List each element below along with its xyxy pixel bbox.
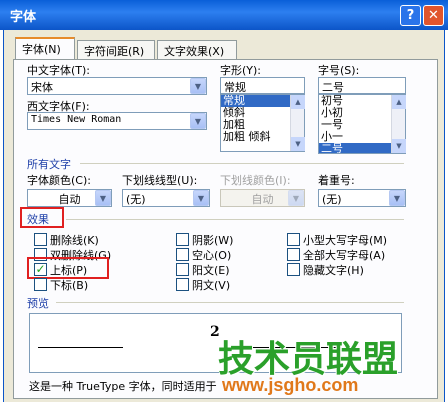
chevron-up-icon[interactable]: ▲ xyxy=(291,95,305,109)
divider xyxy=(80,163,404,164)
underline-style-value: (无) xyxy=(126,193,146,206)
chevron-down-icon: ▼ xyxy=(288,190,304,206)
chevron-down-icon[interactable]: ▼ xyxy=(95,190,111,206)
chevron-up-icon[interactable]: ▲ xyxy=(392,95,406,109)
font-color-value: 自动 xyxy=(58,193,81,206)
shadow-checkbox[interactable] xyxy=(176,233,189,246)
underline-color-value: 自动 xyxy=(251,193,274,206)
all-caps-label: 全部大写字母(A) xyxy=(303,249,386,262)
chevron-down-icon[interactable]: ▼ xyxy=(291,137,305,151)
superscript-checkbox[interactable]: ✓ xyxy=(34,263,47,276)
font-style-label: 字形(Y): xyxy=(220,64,262,77)
emphasis-label: 着重号: xyxy=(318,174,355,187)
chinese-font-select[interactable]: 宋体 xyxy=(27,77,207,95)
title-bar xyxy=(0,0,448,30)
chinese-font-label: 中文字体(T): xyxy=(27,64,91,77)
underline-style-label: 下划线线型(U): xyxy=(122,174,198,187)
watermark-url: www.jsgho.com xyxy=(222,375,359,395)
emboss-checkbox[interactable] xyxy=(176,263,189,276)
strikethrough-label: 删除线(K) xyxy=(50,234,99,247)
engrave-checkbox[interactable] xyxy=(176,278,189,291)
help-button[interactable]: ? xyxy=(400,5,421,26)
window-title: 字体 xyxy=(10,10,37,25)
hidden-text-label: 隐藏文字(H) xyxy=(303,264,364,277)
tab-text-effects[interactable]: 文字效果(X) xyxy=(157,40,237,59)
divider xyxy=(56,302,404,303)
small-caps-label: 小型大写字母(M) xyxy=(303,234,388,247)
underline-color-label: 下划线颜色(I): xyxy=(220,174,291,187)
font-style-input[interactable]: 常规 xyxy=(220,77,305,94)
western-font-value: Times New Roman xyxy=(31,114,122,125)
shadow-label: 阴影(W) xyxy=(192,234,234,247)
all-caps-checkbox[interactable] xyxy=(287,248,300,261)
chevron-down-icon[interactable]: ▼ xyxy=(193,190,209,206)
close-button[interactable]: ✕ xyxy=(423,5,444,26)
effects-heading: 效果 xyxy=(27,213,49,226)
engrave-label: 阴文(V) xyxy=(192,279,231,292)
font-size-value: 二号 xyxy=(322,81,344,94)
outline-label: 空心(O) xyxy=(192,249,232,262)
font-style-value: 常规 xyxy=(224,81,246,94)
chevron-down-icon[interactable]: ▼ xyxy=(190,113,206,129)
preview-heading: 预览 xyxy=(27,297,49,310)
chinese-font-value: 宋体 xyxy=(31,81,53,94)
font-size-input[interactable]: 二号 xyxy=(318,77,406,94)
chevron-down-icon[interactable]: ▼ xyxy=(389,190,405,206)
preview-baseline-left xyxy=(38,347,123,348)
strikethrough-checkbox[interactable] xyxy=(34,233,47,246)
chevron-down-icon[interactable]: ▼ xyxy=(190,78,206,94)
chevron-down-icon[interactable]: ▼ xyxy=(392,139,406,153)
outline-checkbox[interactable] xyxy=(176,248,189,261)
emphasis-value: (无) xyxy=(322,193,342,206)
western-font-select[interactable]: Times New Roman xyxy=(27,112,207,130)
subscript-checkbox[interactable] xyxy=(34,278,47,291)
subscript-label: 下标(B) xyxy=(50,279,89,292)
superscript-label: 上标(P) xyxy=(50,264,88,277)
font-size-scrollbar[interactable]: ▲ ▼ xyxy=(391,95,406,153)
divider xyxy=(66,219,404,220)
all-text-heading: 所有文字 xyxy=(27,158,71,171)
font-size-label: 字号(S): xyxy=(318,64,360,77)
emboss-label: 阳文(E) xyxy=(192,264,230,277)
tab-font[interactable]: 字体(N) xyxy=(15,37,75,60)
small-caps-checkbox[interactable] xyxy=(287,233,300,246)
font-style-scrollbar[interactable]: ▲ ▼ xyxy=(290,95,305,151)
preview-note: 这是一种 TrueType 字体，同时适用于 xyxy=(29,380,217,393)
tab-character-spacing[interactable]: 字符间距(R) xyxy=(77,40,155,59)
hidden-text-checkbox[interactable] xyxy=(287,263,300,276)
font-color-label: 字体颜色(C): xyxy=(27,174,91,187)
